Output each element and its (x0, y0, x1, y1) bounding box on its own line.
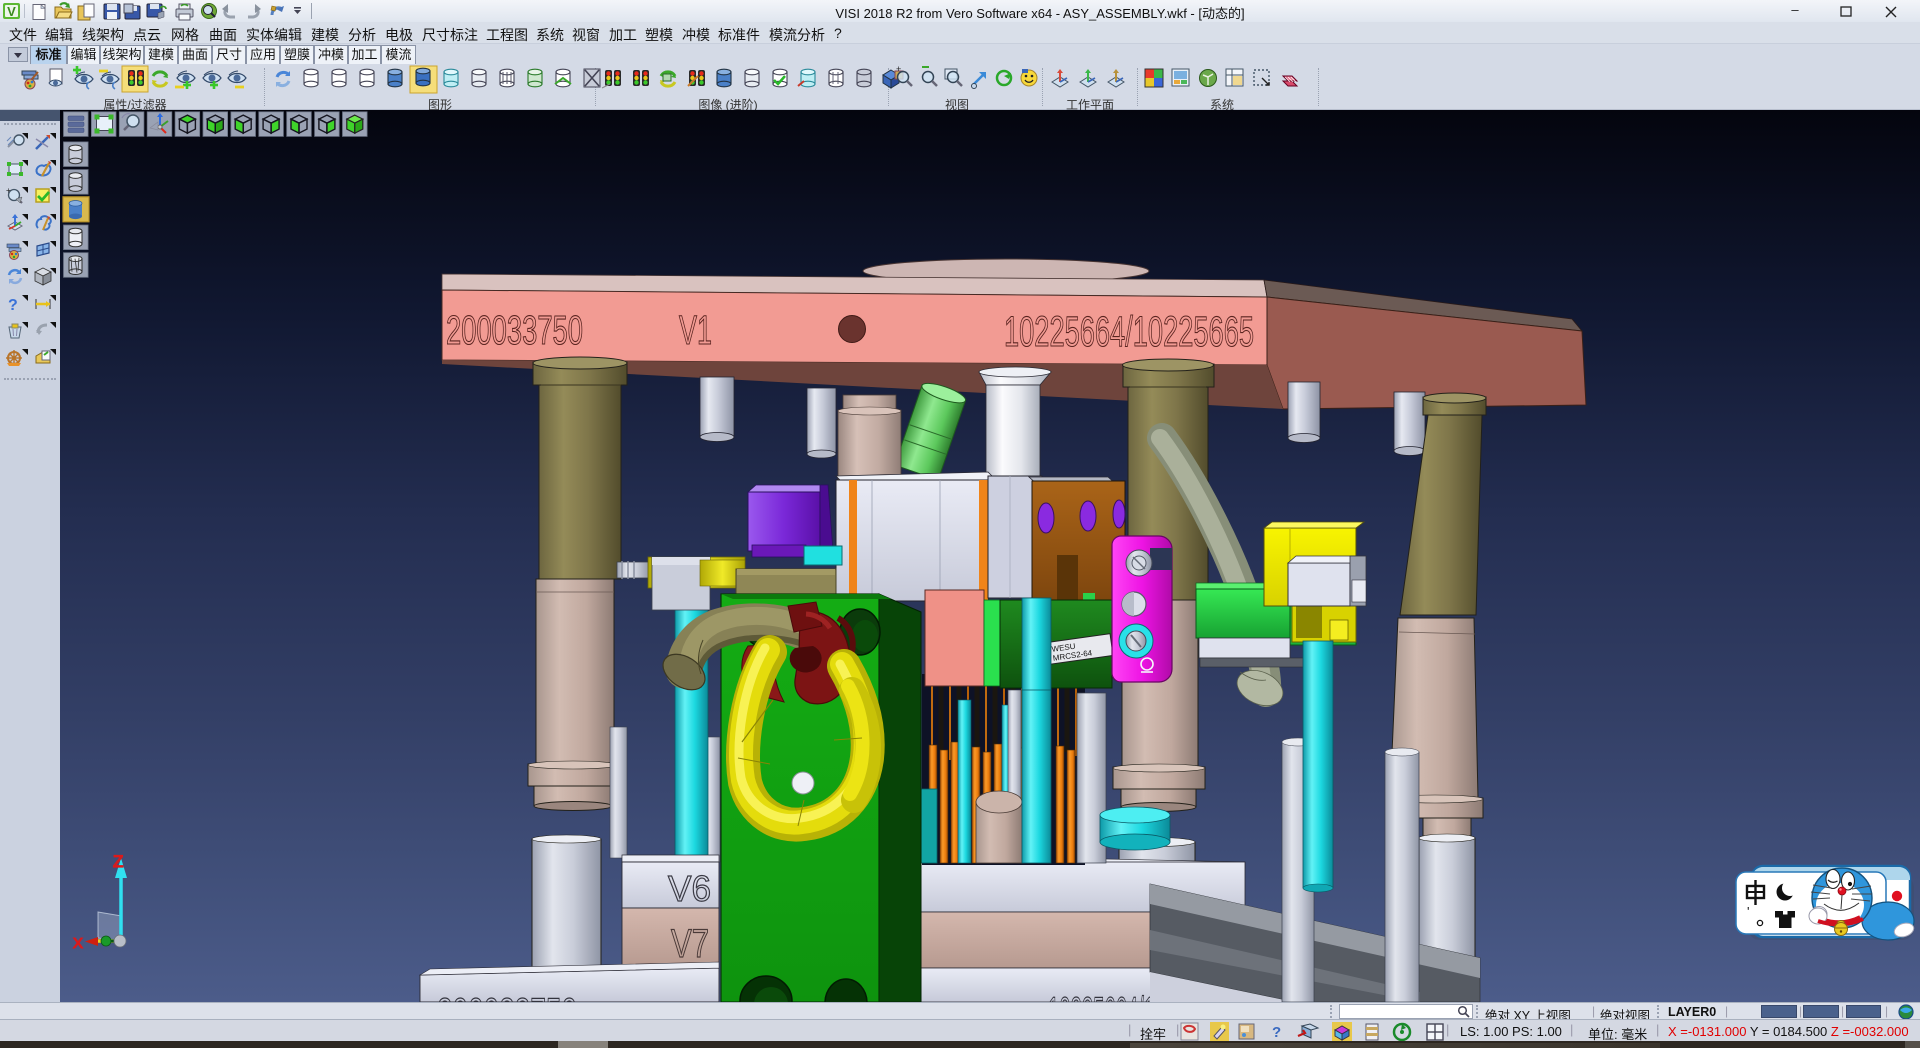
svg-text:X: X (73, 935, 83, 952)
svg-text:+: + (6, 186, 11, 195)
svg-text:10225664/10225665: 10225664/10225665 (1004, 308, 1254, 356)
svg-text:200033750: 200033750 (446, 307, 583, 353)
svg-text:?: ? (8, 297, 18, 314)
svg-text:200033750: 200033750 (437, 989, 577, 1002)
svg-text:+: + (896, 64, 901, 74)
svg-text:': ' (1747, 904, 1749, 919)
svg-text:V7: V7 (671, 922, 709, 966)
svg-text:V: V (7, 4, 16, 19)
svg-text:?: ? (1272, 1024, 1281, 1041)
svg-text:V6: V6 (668, 868, 711, 909)
svg-text:V1: V1 (679, 307, 712, 353)
svg-text:Z: Z (113, 852, 123, 871)
